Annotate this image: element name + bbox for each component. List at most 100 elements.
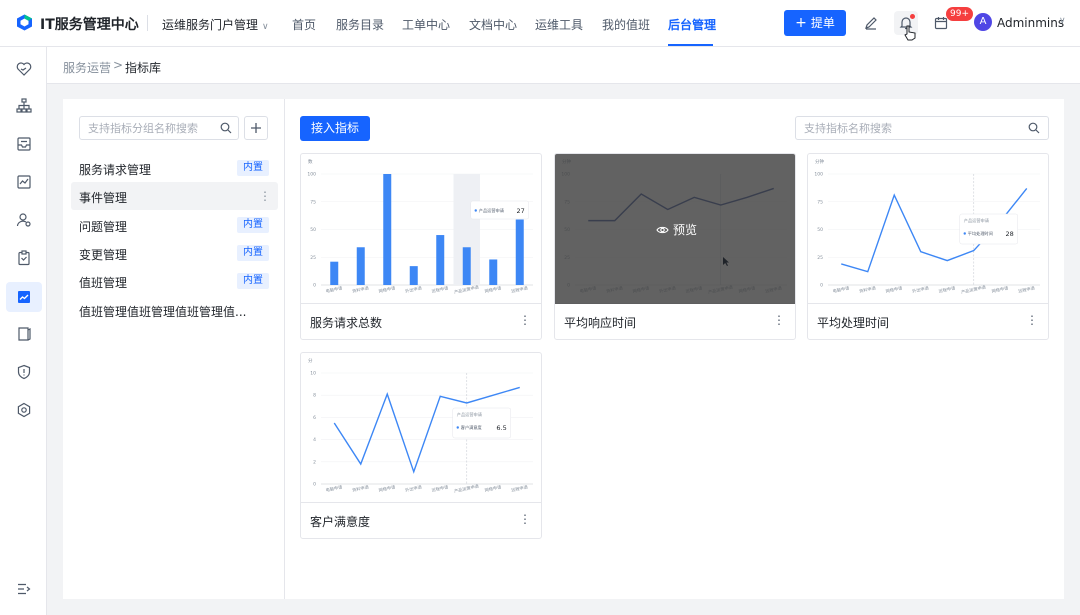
x-tick-label: 产品运营申请 — [960, 283, 986, 295]
breadcrumb-separator: > — [113, 58, 124, 72]
cursor-arrow-icon — [723, 257, 729, 266]
tooltip-value: 28 — [1005, 230, 1013, 238]
nav-my-duty[interactable]: 我的值班 — [602, 16, 650, 33]
hexagon-settings-icon — [17, 402, 31, 418]
metric-search-box[interactable] — [795, 116, 1049, 140]
cursor-hand-icon — [904, 25, 916, 41]
x-tick-label: 远程申请 — [431, 284, 449, 294]
main-panel: 服务请求管理 内置 事件管理 ⋮ 问题管理 内置 变更管理 内置 值班管理 内置… — [63, 99, 1064, 599]
x-tick-label: 网络申请 — [484, 483, 502, 493]
sidebar-item-users[interactable] — [11, 207, 37, 233]
group-item-duty-long[interactable]: 值班管理值班管理值班管理值... — [71, 296, 278, 324]
metric-card[interactable]: 分钟0255075100电脑申请资料申请网络申请外出申请远程申请产品运营申请网络… — [554, 153, 796, 340]
nav-ops-tools[interactable]: 运维工具 — [535, 16, 583, 33]
nav-service-catalog[interactable]: 服务目录 — [336, 16, 384, 33]
trend-chart-icon — [18, 291, 30, 303]
inbox-icon — [17, 137, 31, 151]
breadcrumb: 服务运营 > 指标库 — [47, 47, 1080, 84]
logo-icon[interactable] — [16, 14, 33, 31]
org-chart-icon — [16, 98, 32, 113]
sidebar-item-clipboard[interactable] — [11, 245, 37, 271]
y-tick-label: 50 — [310, 227, 316, 233]
submit-ticket-button[interactable]: + 提单 — [784, 10, 846, 36]
metric-card[interactable]: 分 0 2 4 6 8 10 电脑申请 资料申请 网络申请 外出申请 远程申请 产品运营申请 网络申请 远程… — [300, 352, 542, 539]
preview-button[interactable]: 预览 — [656, 221, 697, 238]
group-item-label: 问题管理 — [79, 220, 128, 234]
tooltip-label: 产品运营申请 — [479, 207, 504, 214]
user-chevron-down-icon[interactable]: ∨ — [1059, 16, 1066, 26]
sidebar-item-report[interactable] — [11, 169, 37, 195]
builtin-tag: 内置 — [237, 160, 269, 176]
group-item-change[interactable]: 变更管理 内置 — [71, 239, 278, 267]
sidebar-item-metrics[interactable] — [6, 282, 42, 312]
bar — [409, 266, 418, 285]
plus-icon — [251, 123, 261, 133]
nav-ticket-center[interactable]: 工单中心 — [402, 16, 450, 33]
insert-metric-button[interactable]: 接入指标 — [300, 116, 370, 141]
calendar-badge: 99+ — [946, 7, 973, 21]
group-item-label: 变更管理 — [79, 248, 128, 262]
preview-label: 预览 — [673, 223, 698, 237]
more-vertical-icon[interactable]: ⋮ — [519, 313, 531, 327]
user-name[interactable]: Adminmins — [997, 16, 1064, 30]
bar — [462, 247, 471, 285]
builtin-tag: 内置 — [237, 217, 269, 233]
notification-dot — [910, 14, 915, 19]
group-item-service-request[interactable]: 服务请求管理 内置 — [71, 154, 278, 182]
tooltip-marker — [963, 232, 966, 235]
add-group-button[interactable] — [244, 116, 268, 140]
y-tick-label: 10 — [310, 371, 316, 377]
sidebar-collapse-button[interactable] — [11, 576, 37, 602]
metric-search-input[interactable] — [796, 117, 1022, 139]
nav-admin[interactable]: 后台管理 — [668, 16, 716, 33]
y-axis-label: 分钟 — [815, 158, 824, 165]
portal-dropdown[interactable]: 运维服务门户管理 ∨ — [162, 16, 269, 33]
breadcrumb-parent[interactable]: 服务运营 — [63, 59, 111, 76]
group-item-label: 值班管理值班管理值班管理值... — [79, 305, 247, 319]
group-item-duty[interactable]: 值班管理 内置 — [71, 267, 278, 295]
sidebar-item-security[interactable] — [11, 359, 37, 385]
avatar[interactable]: A — [974, 13, 992, 31]
x-tick-label: 资料申请 — [859, 284, 877, 294]
group-search-box[interactable] — [79, 116, 239, 140]
more-vertical-icon[interactable]: ⋮ — [519, 512, 531, 526]
sidebar-item-inbox[interactable] — [11, 131, 37, 157]
chevron-down-icon: ∨ — [262, 22, 269, 32]
y-tick-label: 25 — [310, 255, 316, 261]
group-pane: 服务请求管理 内置 事件管理 ⋮ 问题管理 内置 变更管理 内置 值班管理 内置… — [63, 99, 285, 599]
group-item-label: 服务请求管理 — [79, 163, 152, 177]
sidebar-item-org[interactable] — [11, 93, 37, 119]
y-tick-label: 100 — [307, 172, 316, 178]
book-icon — [18, 327, 31, 341]
nav-doc-center[interactable]: 文档中心 — [469, 16, 517, 33]
sidebar-item-settings[interactable] — [11, 397, 37, 423]
bar — [489, 259, 498, 285]
tooltip-label: 平均处理时间 — [968, 230, 993, 237]
more-vertical-icon[interactable]: ⋮ — [259, 189, 271, 203]
x-tick-label: 资料申请 — [352, 483, 370, 493]
sidebar-item-book[interactable] — [11, 321, 37, 347]
metric-card[interactable]: 分钟0255075100电脑申请资料申请网络申请外出申请远程申请产品运营申请网络… — [807, 153, 1049, 340]
nav-home[interactable]: 首页 — [292, 16, 316, 33]
y-tick-label: 0 — [313, 482, 316, 488]
group-item-incident[interactable]: 事件管理 ⋮ — [71, 182, 278, 210]
search-icon[interactable] — [1028, 122, 1040, 134]
search-icon[interactable] — [220, 122, 232, 134]
bar — [356, 247, 365, 285]
group-search-input[interactable] — [80, 117, 212, 139]
tooltip-value: 6.5 — [496, 424, 506, 432]
more-vertical-icon[interactable]: ⋮ — [1026, 313, 1038, 327]
preview-overlay[interactable]: 预览 — [555, 154, 795, 304]
x-tick-label: 电脑申请 — [325, 284, 343, 294]
more-vertical-icon[interactable]: ⋮ — [773, 313, 785, 327]
metric-card[interactable]: 数 0 25 50 75 100 电脑申请 资料申请 网络申请 外出申请 远程申请 产品运营申请 网络申… — [300, 153, 542, 340]
group-item-problem[interactable]: 问题管理 内置 — [71, 211, 278, 239]
sidebar-item-service[interactable] — [11, 56, 37, 82]
x-tick-label: 网络申请 — [378, 483, 396, 493]
edit-button[interactable] — [859, 11, 883, 35]
x-tick-label: 电脑申请 — [832, 284, 850, 294]
x-tick-label: 远程申请 — [511, 284, 529, 294]
collapse-menu-icon — [18, 583, 31, 595]
header-divider — [147, 15, 148, 31]
x-tick-label: 产品运营申请 — [453, 283, 479, 295]
